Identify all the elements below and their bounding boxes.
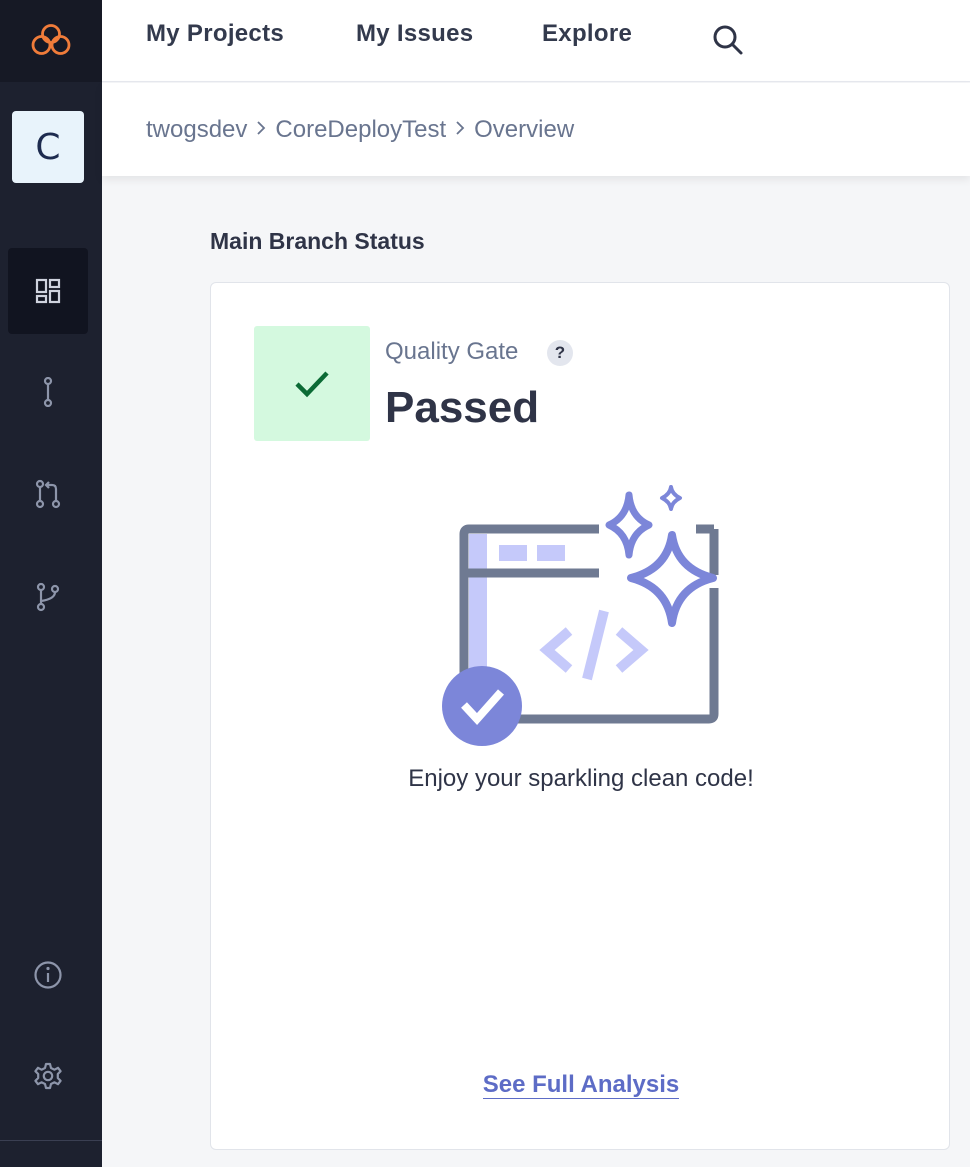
nav-my-projects[interactable]: My Projects xyxy=(146,20,284,48)
breadcrumb-project[interactable]: CoreDeployTest xyxy=(275,116,446,144)
breadcrumb-organization[interactable]: twogsdev xyxy=(146,116,247,144)
branch-icon xyxy=(43,377,53,407)
see-full-analysis-link[interactable]: See Full Analysis xyxy=(482,1071,680,1099)
quality-gate-status: Passed xyxy=(385,383,540,432)
breadcrumb-page: Overview xyxy=(474,115,575,143)
dashboard-icon xyxy=(35,278,61,304)
search-icon xyxy=(713,25,743,55)
sidebar-item-settings[interactable] xyxy=(8,1033,88,1119)
breadcrumb: twogsdev CoreDeployTest Overview xyxy=(102,83,970,176)
quality-gate-label: Quality Gate xyxy=(385,338,519,365)
fork-icon xyxy=(36,582,60,612)
sidebar-item-branches[interactable] xyxy=(8,349,88,435)
chevron-right-icon xyxy=(255,116,267,144)
sidebar-item-pull-requests[interactable] xyxy=(8,451,88,537)
top-navigation: My Projects My Issues Explore xyxy=(102,0,970,82)
nav-my-issues[interactable]: My Issues xyxy=(356,20,473,48)
info-icon xyxy=(34,961,62,989)
project-initial: C xyxy=(35,126,61,168)
sidebar-item-forks[interactable] xyxy=(8,554,88,640)
search-button[interactable] xyxy=(710,22,746,58)
logo[interactable] xyxy=(0,0,102,82)
sidebar-item-information[interactable] xyxy=(8,932,88,1018)
checkmark-icon xyxy=(295,370,329,397)
nav-explore[interactable]: Explore xyxy=(542,20,632,48)
cloud-logo-icon xyxy=(31,24,71,55)
project-avatar[interactable]: C xyxy=(12,111,84,183)
gear-icon xyxy=(34,1062,62,1090)
sidebar-divider xyxy=(0,1140,102,1141)
sidebar-item-overview[interactable] xyxy=(8,248,88,334)
chevron-right-icon xyxy=(454,116,466,144)
section-title: Main Branch Status xyxy=(210,228,425,254)
pull-request-icon xyxy=(35,479,61,509)
quality-gate-status-box xyxy=(254,326,370,441)
clean-code-message: Enjoy your sparkling clean code! xyxy=(408,765,754,792)
sidebar: C xyxy=(0,0,102,1167)
full-analysis-wrapper: See Full Analysis xyxy=(211,1071,951,1099)
quality-gate-card: Quality Gate ? Passed Enjoy your sparkli… xyxy=(210,282,950,1150)
help-icon[interactable]: ? xyxy=(547,340,573,366)
clean-code-illustration-icon xyxy=(442,485,719,746)
